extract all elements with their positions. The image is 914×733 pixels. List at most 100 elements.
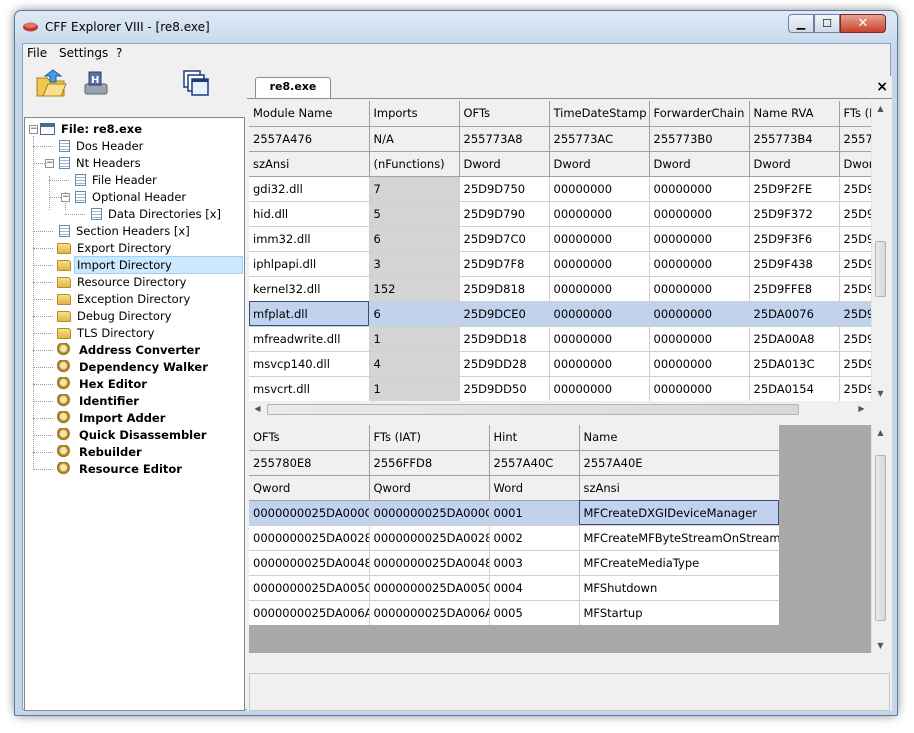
table-cell[interactable]: Name RVA [749,101,840,127]
table-cell[interactable]: 25D9DD28 [459,351,550,377]
scroll-right-icon[interactable]: ▶ [853,404,870,413]
table-row[interactable]: msvcrt.dll 1 25D9DD50 00000000 00000000 25DA0… [249,376,871,401]
table-cell[interactable]: 0002 [489,525,580,551]
table-cell[interactable]: 25D9 [839,376,871,401]
table-cell[interactable]: 255773B0 [649,126,750,152]
table-row[interactable]: kernel32.dll 152 25D9D818 00000000 00000000 2… [249,276,871,302]
table-cell[interactable]: 25D9 [839,326,871,352]
tree-dos-header[interactable]: Dos Header [57,138,146,154]
table-cell[interactable]: mfplat.dll [249,301,370,327]
table-row[interactable]: 0000000025DA0028 0000000025DA0028 0002 MFCr… [249,525,779,551]
table-cell[interactable]: 25D9F372 [749,201,840,227]
table-cell[interactable]: 25D9D818 [459,276,550,302]
tree-import-adder[interactable]: Import Adder [57,410,168,426]
table-cell[interactable]: 25D9FFE8 [749,276,840,302]
tree-debug-directory[interactable]: Debug Directory [57,308,174,324]
table-cell[interactable]: 0000000025DA0028 [249,525,370,551]
table-row[interactable]: gdi32.dll 7 25D9D750 00000000 00000000 25D9F2… [249,176,871,202]
menu-file[interactable]: File [27,46,47,60]
table-cell[interactable]: 25D9 [839,226,871,252]
table-cell[interactable]: msvcrt.dll [249,376,370,401]
table-cell[interactable]: Dword [549,151,650,177]
table-cell[interactable]: 0001 [489,500,580,526]
scroll-up-icon[interactable]: ▲ [872,104,889,113]
offset-row[interactable]: 255780E8 2556FFD8 2557A40C 2557A40E [249,450,779,476]
table-cell[interactable]: 25DA00A8 [749,326,840,352]
tree-root[interactable]: File: re8.exe [40,121,145,137]
imports-table[interactable]: Module Name Imports OFTs TimeDateStamp Forwa… [249,101,871,401]
table-cell[interactable]: 0000000025DA000C [249,500,370,526]
table-cell[interactable]: 2556FFD8 [369,450,490,476]
table-cell[interactable]: 25D9F2FE [749,176,840,202]
table-cell[interactable]: 152 [369,276,460,302]
close-tab-icon[interactable]: × [876,79,888,95]
windows-icon[interactable] [181,68,211,98]
table-cell[interactable]: 7 [369,176,460,202]
table-cell[interactable]: 0000000025DA005C [249,575,370,601]
functions-table[interactable]: OFTs FTs (IAT) Hint Name 255780E8 2556FFD8 255… [249,425,779,625]
table-cell[interactable]: (nFunctions) [369,151,460,177]
table-cell[interactable]: 255773AC [549,126,650,152]
tree-rebuilder[interactable]: Rebuilder [57,444,145,460]
table-cell[interactable]: 00000000 [549,201,650,227]
table-cell[interactable]: 25D9 [839,176,871,202]
tree-data-directories[interactable]: Data Directories [x] [89,206,224,222]
table-cell[interactable]: 0004 [489,575,580,601]
table-cell[interactable]: Module Name [249,101,370,127]
table-cell[interactable]: 00000000 [549,226,650,252]
table-cell[interactable]: 25D9F438 [749,251,840,277]
tree-resource-editor[interactable]: Resource Editor [57,461,185,477]
table-cell[interactable]: 2557A40C [489,450,580,476]
table-row[interactable]: mfplat.dll 6 25D9DCE0 00000000 00000000 25DA0… [249,301,871,327]
tree-tls-directory[interactable]: TLS Directory [57,325,157,341]
tree-exception-directory[interactable]: Exception Directory [57,291,193,307]
table-row[interactable]: mfreadwrite.dll 1 25D9DD18 00000000 00000000… [249,326,871,352]
table-row[interactable]: 0000000025DA005C 0000000025DA005C 0004 MFSh… [249,575,779,601]
table-cell[interactable]: 6 [369,226,460,252]
table-cell[interactable]: 00000000 [549,301,650,327]
table-cell[interactable]: 25D9 [839,276,871,302]
table-cell[interactable]: 1 [369,376,460,401]
table-cell[interactable]: 00000000 [649,251,750,277]
menu-settings[interactable]: Settings [59,46,108,60]
table-cell[interactable]: 25D9 [839,251,871,277]
tree-identifier[interactable]: Identifier [57,393,142,409]
offset-row[interactable]: 2557A476 N/A 255773A8 255773AC 255773B0 25577… [249,126,871,152]
tree-import-directory[interactable]: Import Directory [57,256,243,274]
table-cell[interactable]: Dword [749,151,840,177]
table-cell[interactable]: 1 [369,326,460,352]
table-cell[interactable]: MFCreateMediaType [579,550,779,576]
table-cell[interactable]: OFTs [249,425,370,451]
table-cell[interactable]: MFCreateMFByteStreamOnStream [579,525,779,551]
tree-optional-header[interactable]: Optional Header [73,189,189,205]
collapse-nt-headers-icon[interactable]: − [45,159,54,168]
collapse-root-icon[interactable]: − [29,125,38,134]
table-cell[interactable]: 00000000 [649,176,750,202]
table-cell[interactable]: 00000000 [549,326,650,352]
table-cell[interactable]: 25D9 [839,201,871,227]
scroll-thumb[interactable] [875,241,886,297]
table-cell[interactable]: 00000000 [649,351,750,377]
table-cell[interactable]: 00000000 [649,376,750,401]
table-cell[interactable]: 0000000025DA0028 [369,525,490,551]
table-cell[interactable]: FTs (IAT) [839,101,871,127]
table-cell[interactable]: ForwarderChain [649,101,750,127]
table-cell[interactable]: 0000000025DA006A [369,600,490,625]
table-cell[interactable]: Word [489,475,580,501]
table-cell[interactable]: Qword [369,475,490,501]
table-row[interactable]: msvcp140.dll 4 25D9DD28 00000000 00000000 25D… [249,351,871,377]
table-cell[interactable]: 00000000 [649,276,750,302]
table-cell[interactable]: 255773B8 [839,126,871,152]
table-cell[interactable]: imm32.dll [249,226,370,252]
table-cell[interactable]: Imports [369,101,460,127]
table-cell[interactable]: 255773A8 [459,126,550,152]
table-cell[interactable]: mfreadwrite.dll [249,326,370,352]
table-cell[interactable]: 25D9 [839,301,871,327]
table-cell[interactable]: OFTs [459,101,550,127]
save-file-icon[interactable]: H [79,68,111,98]
table-cell[interactable]: TimeDateStamp [549,101,650,127]
table-cell[interactable]: 25D9F3F6 [749,226,840,252]
table-cell[interactable]: Dword [839,151,871,177]
scroll-up-icon[interactable]: ▲ [872,428,889,437]
table-cell[interactable]: Dword [649,151,750,177]
